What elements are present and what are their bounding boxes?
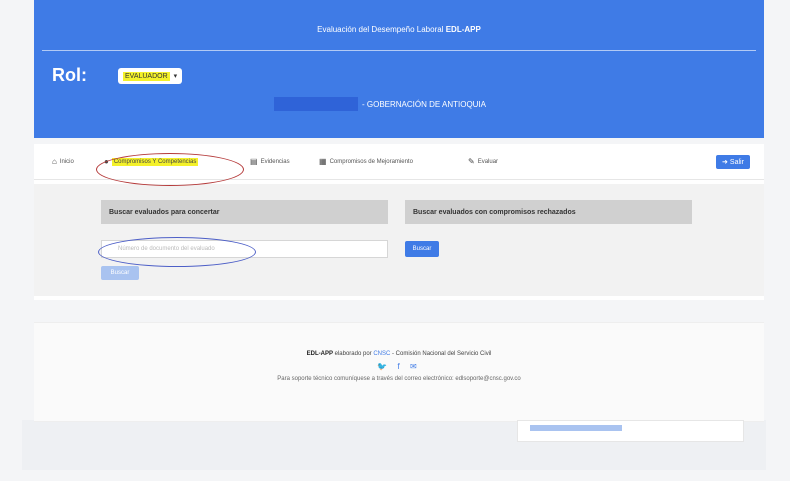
role-select[interactable]: EVALUADOR ▾	[118, 68, 183, 84]
nav-item-label: Evidencias	[260, 158, 290, 165]
nav-item-evaluar[interactable]: ✎ Evaluar	[468, 157, 498, 166]
footer-app-name: EDL-APP	[306, 351, 333, 357]
nav-item-label: Evaluar	[477, 158, 499, 165]
footer-credits: EDL-APP elaborado por CNSC - Comisión Na…	[34, 351, 764, 357]
chevron-down-icon: ▾	[173, 73, 178, 80]
footer-made-by: elaborado por	[334, 351, 372, 357]
nav-item-label: Inicio	[59, 158, 74, 165]
background-card	[517, 420, 744, 442]
search-heading-rechazados: Buscar evaluados con compromisos rechaza…	[405, 200, 692, 224]
entity-row: - GOBERNACIÓN DE ANTIOQUIA	[274, 97, 486, 111]
header-divider	[42, 50, 756, 51]
entity-name: - GOBERNACIÓN DE ANTIOQUIA	[362, 99, 487, 109]
nav-item-mejoramiento[interactable]: ▦ Compromisos de Mejoramiento	[319, 157, 413, 166]
logout-icon: ➜	[722, 159, 728, 166]
nav-item-evidencias[interactable]: ▤ Evidencias	[250, 157, 290, 166]
footer-support: Para soporte técnico comuníquese a travé…	[277, 376, 521, 382]
redacted-block	[274, 97, 358, 111]
annotation-ellipse-red	[96, 153, 244, 186]
edit-icon: ✎	[468, 157, 475, 166]
cnsc-link[interactable]: CNSC	[373, 351, 390, 357]
nav-item-label: Compromisos de Mejoramiento	[329, 158, 413, 165]
app-title: Evaluación del Desempeño Laboral EDL-APP	[34, 25, 764, 34]
printer-icon: ▤	[250, 157, 258, 166]
home-icon: ⌂	[52, 157, 57, 166]
app-title-brand: EDL-APP	[445, 25, 481, 34]
app-header: Evaluación del Desempeño Laboral EDL-APP…	[34, 0, 764, 138]
rol-label: Rol:	[52, 65, 87, 85]
logout-label: Salir	[729, 158, 744, 166]
secondary-search-button[interactable]: Buscar	[101, 266, 139, 280]
role-select-value: EVALUADOR	[123, 71, 170, 81]
footer: EDL-APP elaborado por CNSC - Comisión Na…	[34, 322, 764, 422]
annotation-ellipse-blue	[98, 237, 256, 267]
footer-commission: - Comisión Nacional del Servicio Civil	[392, 351, 492, 357]
search-heading-concertar: Buscar evaluados para concertar	[101, 200, 388, 224]
social-icons[interactable]: 🐦 f ✉	[34, 362, 764, 371]
nav-item-inicio[interactable]: ⌂ Inicio	[52, 157, 74, 166]
search-button[interactable]: Buscar	[405, 241, 439, 257]
app-title-text: Evaluación del Desempeño Laboral	[317, 25, 444, 34]
logout-button[interactable]: ➜ Salir	[716, 155, 750, 169]
list-icon: ▦	[319, 157, 327, 166]
background-card-bar	[530, 425, 622, 431]
